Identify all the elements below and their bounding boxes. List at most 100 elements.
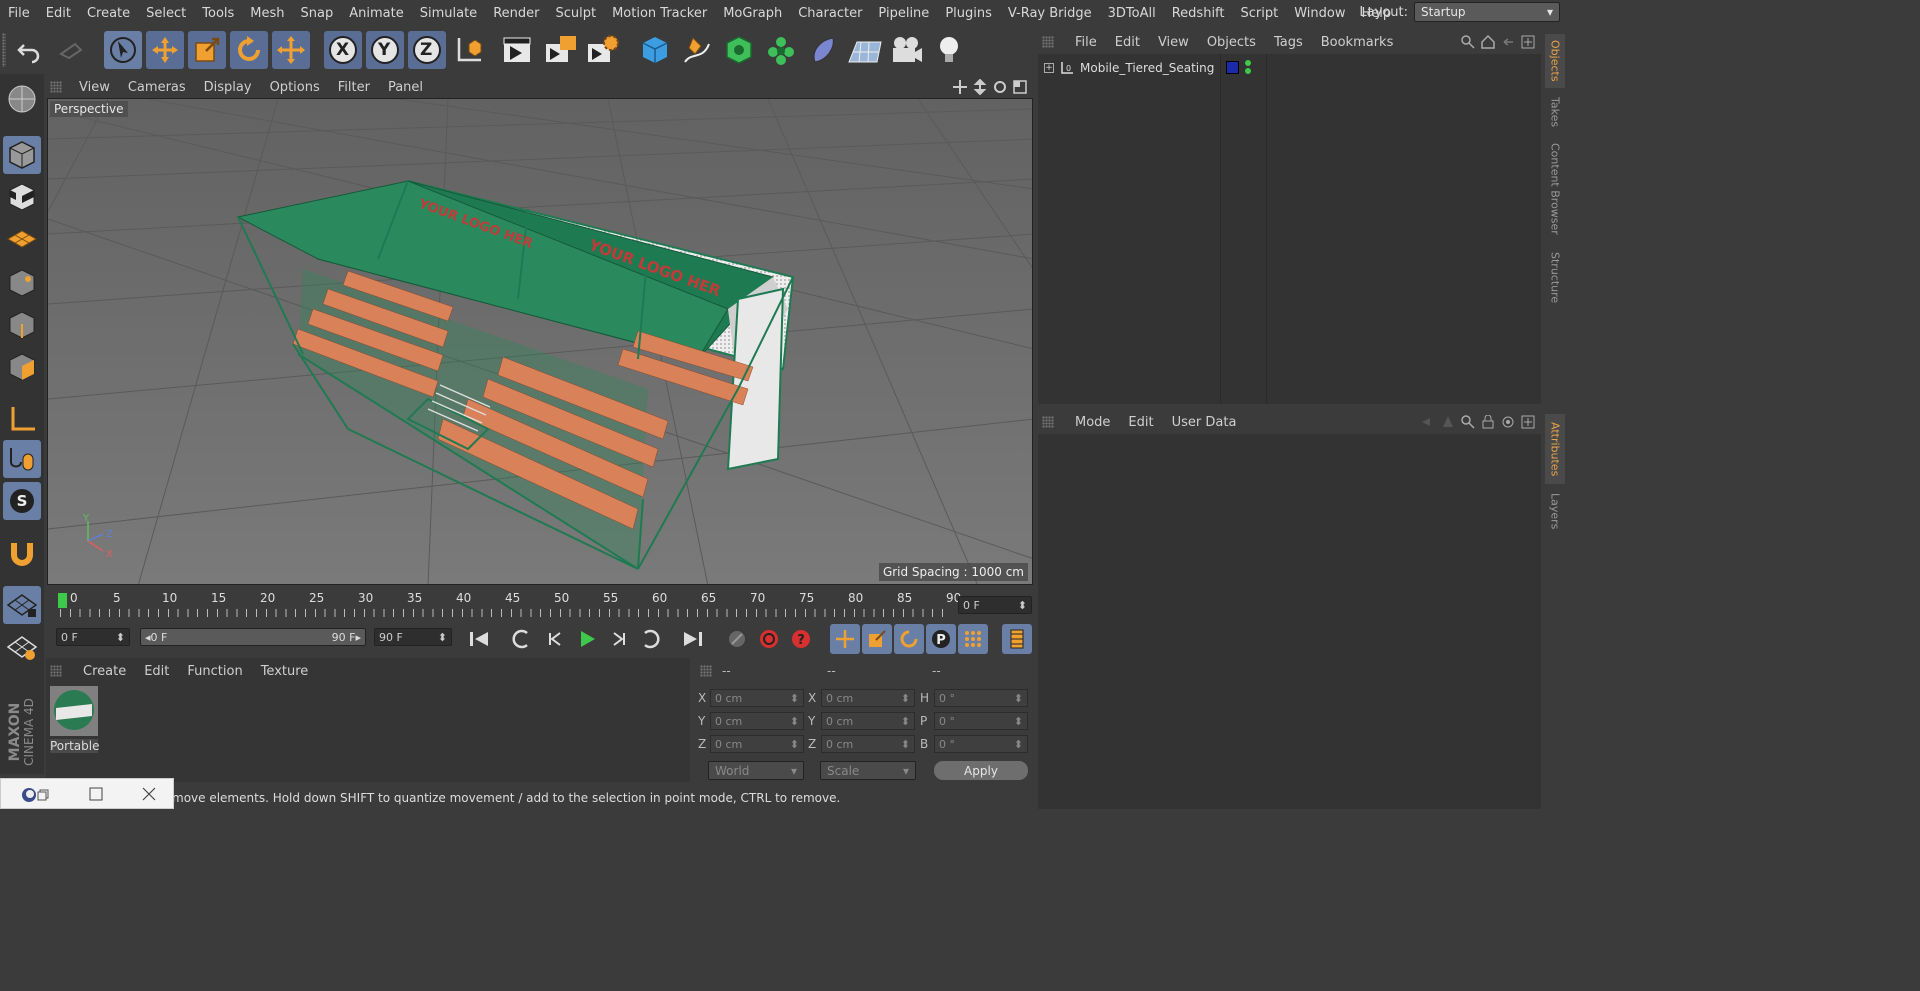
up-arrow-icon[interactable] [1441,415,1455,429]
object-menu-view[interactable]: View [1149,35,1198,50]
back-arrow-icon[interactable] [1421,415,1435,429]
layout-dropdown[interactable]: Startup ▾ [1414,2,1560,22]
menu-snap[interactable]: Snap [293,6,342,21]
polygons-mode-button[interactable] [3,348,41,386]
menu-sculpt[interactable]: Sculpt [547,6,604,21]
maximize-view-icon[interactable] [1012,79,1028,95]
apply-button[interactable]: Apply [934,761,1028,780]
menu-select[interactable]: Select [138,6,194,21]
subdivision-surface-button[interactable] [720,31,758,69]
texture-mode-button[interactable] [3,178,41,216]
deformer-button[interactable] [804,31,842,69]
material-menu-function[interactable]: Function [178,664,251,679]
rot-b-field[interactable]: 0 ° ⬍ [934,735,1028,753]
keyframe-selection-button[interactable]: ? [786,624,816,654]
render-visibility-dot[interactable] [1245,68,1251,74]
play-button[interactable] [572,624,602,654]
rotate-tool-button[interactable] [230,31,268,69]
size-z-field[interactable]: 0 cm ⬍ [821,735,915,753]
target-icon[interactable] [1501,415,1515,429]
sphere-mode-button[interactable] [3,80,41,118]
playhead[interactable] [58,593,67,608]
menu-window[interactable]: Window [1286,6,1353,21]
editor-visibility-dot[interactable] [1245,60,1251,66]
search-icon[interactable] [1461,35,1475,49]
tweak-mode-button[interactable] [3,440,41,478]
axis-mode-button[interactable] [3,400,41,438]
menu-file[interactable]: File [0,6,38,21]
viewport-menu-view[interactable]: View [70,80,119,95]
tab-content-browser[interactable]: Content Browser [1545,138,1565,240]
object-menu-objects[interactable]: Objects [1198,35,1265,50]
object-menu-edit[interactable]: Edit [1106,35,1149,50]
timeline-ruler[interactable]: 0 5 10 15 20 25 30 35 40 45 50 55 60 65 70 75 80 85 90 0 F… [46,589,1034,621]
model-mode-button[interactable] [3,136,41,174]
object-row[interactable]: + 0 Mobile_Tiered_Seating [1038,58,1541,78]
tab-takes[interactable]: Takes [1545,92,1565,132]
viewport-menu-panel[interactable]: Panel [379,80,432,95]
undo-button[interactable] [10,31,48,69]
viewport-menu-filter[interactable]: Filter [329,80,379,95]
coordinate-space-dropdown[interactable]: World ▾ [708,761,804,780]
viewport-menu-display[interactable]: Display [195,80,261,95]
lock-icon[interactable] [1481,415,1495,429]
material-menu-texture[interactable]: Texture [252,664,318,679]
pos-x-field[interactable]: 0 cm ⬍ [710,689,804,707]
size-x-field[interactable]: 0 cm ⬍ [821,689,915,707]
light-button[interactable] [930,31,968,69]
lock-workplane-button[interactable] [3,628,41,666]
tab-layers[interactable]: Layers [1545,488,1565,534]
orbit-icon[interactable] [992,79,1008,95]
search-icon[interactable] [1461,415,1475,429]
z-axis-lock-button[interactable]: Z [408,31,446,69]
go-to-end-button[interactable] [678,624,708,654]
tab-attributes[interactable]: Attributes [1545,414,1565,484]
magnet-button[interactable] [3,534,41,572]
x-axis-lock-button[interactable]: X [324,31,362,69]
size-y-field[interactable]: 0 cm ⬍ [821,712,915,730]
object-menu-bookmarks[interactable]: Bookmarks [1312,35,1403,50]
scale-tool-button[interactable] [188,31,226,69]
previous-frame-button[interactable] [540,624,570,654]
render-settings-button[interactable] [584,31,622,69]
expand-icon[interactable]: + [1044,63,1054,73]
cloner-button[interactable] [762,31,800,69]
pos-y-field[interactable]: 0 cm ⬍ [710,712,804,730]
display-color-swatch[interactable] [1226,61,1239,74]
live-selection-button[interactable] [104,31,142,69]
menu-render[interactable]: Render [485,6,547,21]
object-menu-tags[interactable]: Tags [1265,35,1312,50]
autokeying-button[interactable] [754,624,784,654]
material-swatch[interactable]: Portable [50,686,99,753]
menu-edit[interactable]: Edit [38,6,79,21]
key-parameter-button[interactable]: P [926,624,956,654]
menu-mograph[interactable]: MoGraph [715,6,790,21]
coordinate-system-button[interactable] [450,31,488,69]
rot-h-field[interactable]: 0 ° ⬍ [934,689,1028,707]
perspective-viewport[interactable]: YOUR LOGO HER YOUR LOGO HER Y Z X Perspe… [47,98,1033,585]
menu-simulate[interactable]: Simulate [412,6,485,21]
menu-script[interactable]: Script [1233,6,1287,21]
key-pla-button[interactable] [958,624,988,654]
object-menu-file[interactable]: File [1066,35,1106,50]
back-icon[interactable] [1501,35,1515,49]
maximize-icon[interactable] [89,787,103,801]
start-frame-field[interactable]: 0 F ⬍ [56,628,130,646]
move-tool-button[interactable] [146,31,184,69]
new-panel-icon[interactable] [1521,35,1535,49]
timeline-window-button[interactable] [1002,624,1032,654]
pen-spline-button[interactable] [678,31,716,69]
menu-3dtoall[interactable]: 3DToAll [1100,6,1164,21]
camera-button[interactable] [888,31,926,69]
menu-plugins[interactable]: Plugins [937,6,1000,21]
render-view-button[interactable] [500,31,538,69]
menu-create[interactable]: Create [79,6,138,21]
end-frame-field[interactable]: 90 F ⬍ [374,628,452,646]
recent-tool-button[interactable] [272,31,310,69]
menu-pipeline[interactable]: Pipeline [870,6,937,21]
menu-mesh[interactable]: Mesh [242,6,292,21]
key-position-button[interactable] [830,624,860,654]
new-panel-icon[interactable] [1521,415,1535,429]
menu-motion-tracker[interactable]: Motion Tracker [604,6,715,21]
floor-button[interactable] [846,31,884,69]
